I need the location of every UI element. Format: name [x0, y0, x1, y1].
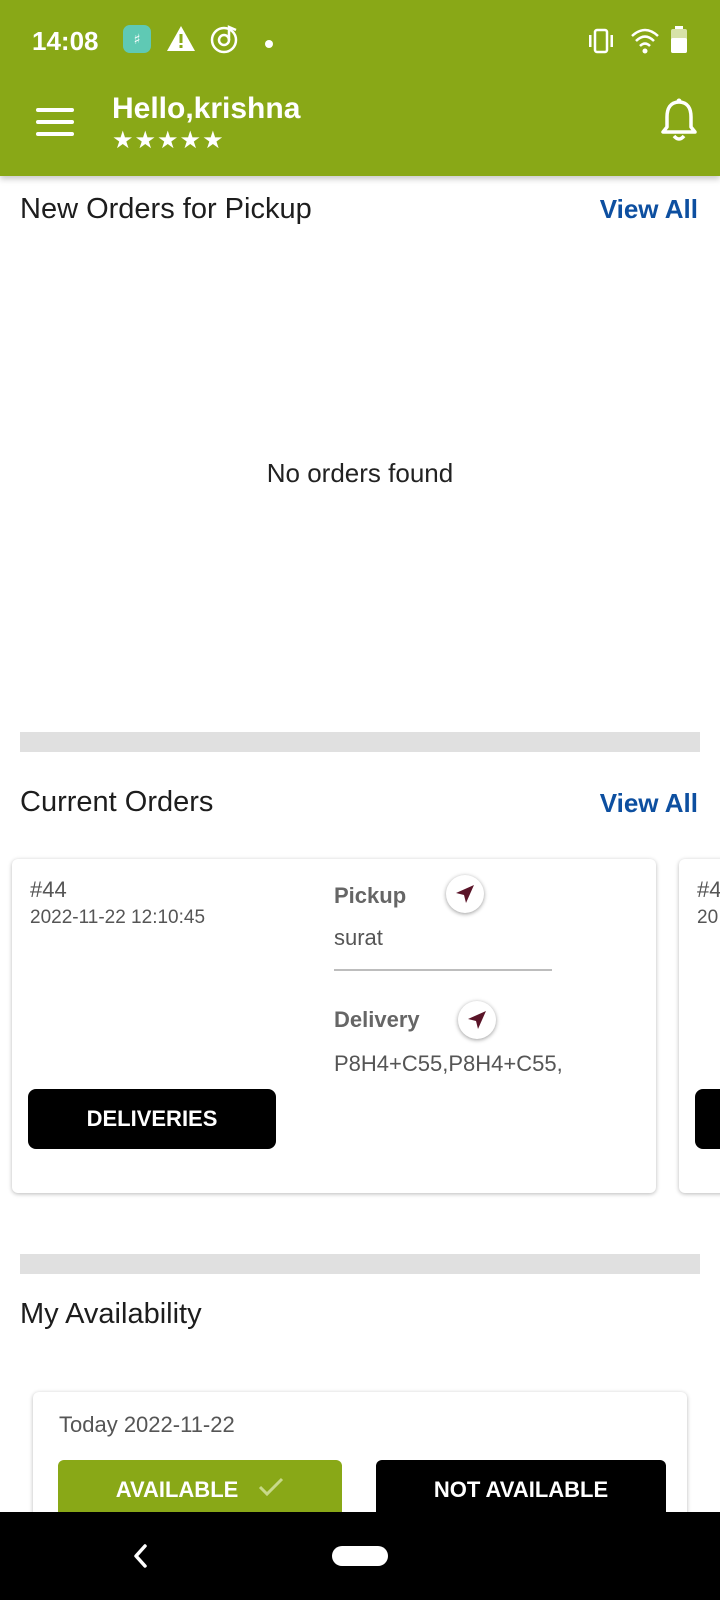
bell-icon[interactable] — [658, 98, 700, 144]
delivery-label: Delivery — [334, 1007, 420, 1032]
deliveries-button[interactable]: DELIVERIES — [28, 1089, 276, 1149]
new-orders-title: New Orders for Pickup — [20, 193, 312, 225]
availability-date: Today 2022-11-22 — [59, 1412, 235, 1437]
home-pill[interactable] — [332, 1546, 388, 1566]
availability-title: My Availability — [20, 1298, 202, 1330]
not-available-button[interactable]: NOT AVAILABLE — [376, 1460, 666, 1512]
availability-card: Today 2022-11-22 AVAILABLE NOT AVAILABLE — [33, 1392, 687, 1512]
available-button[interactable]: AVAILABLE — [58, 1460, 342, 1512]
order-id: #44 — [30, 877, 67, 902]
rating-stars: ★★★★★ — [112, 127, 225, 154]
app-notification-icon: ♯ — [122, 24, 152, 59]
order-card[interactable]: #4 20 — [679, 859, 720, 1193]
music-note-icon — [210, 24, 240, 59]
order-date: 2022-11-22 12:10:45 — [30, 907, 206, 928]
system-nav-bar — [0, 1512, 720, 1600]
delivery-navigate-icon[interactable] — [458, 1001, 496, 1039]
pickup-navigate-icon[interactable] — [446, 875, 484, 913]
section-divider — [20, 1254, 700, 1274]
warning-icon — [166, 24, 196, 59]
section-divider — [20, 732, 700, 752]
battery-icon — [670, 26, 688, 59]
dot-icon — [264, 36, 274, 54]
home-content[interactable]: New Orders for Pickup View All No orders… — [0, 176, 720, 1512]
vibrate-icon — [586, 28, 616, 59]
pickup-address: surat — [334, 925, 383, 950]
menu-icon[interactable] — [36, 106, 76, 138]
status-time: 14:08 — [32, 26, 99, 56]
delivery-address: P8H4+C55,P8H4+C55, — [334, 1051, 563, 1076]
current-orders-view-all-link[interactable]: View All — [600, 788, 698, 819]
app-bar: 14:08 ♯ Hello,krishna ★★★★★ — [0, 0, 720, 176]
pickup-label: Pickup — [334, 883, 407, 908]
pickup-divider — [334, 969, 552, 971]
current-orders-title: Current Orders — [20, 786, 214, 818]
order-date: 20 — [697, 907, 719, 928]
back-icon[interactable] — [128, 1538, 152, 1574]
wifi-icon — [630, 26, 660, 59]
available-button-label: AVAILABLE — [115, 1477, 239, 1502]
order-id: #4 — [697, 877, 720, 902]
toolbar: Hello,krishna ★★★★★ — [0, 84, 720, 176]
status-bar: 14:08 ♯ — [0, 0, 720, 84]
new-orders-view-all-link[interactable]: View All — [600, 194, 698, 225]
greeting-text: Hello,krishna — [112, 92, 301, 125]
no-orders-message: No orders found — [266, 458, 454, 488]
svg-text:♯: ♯ — [134, 32, 141, 48]
check-icon — [258, 1477, 284, 1503]
order-card[interactable]: #44 2022-11-22 12:10:45 Pickup surat Del… — [12, 859, 656, 1193]
deliveries-button[interactable] — [695, 1089, 720, 1149]
